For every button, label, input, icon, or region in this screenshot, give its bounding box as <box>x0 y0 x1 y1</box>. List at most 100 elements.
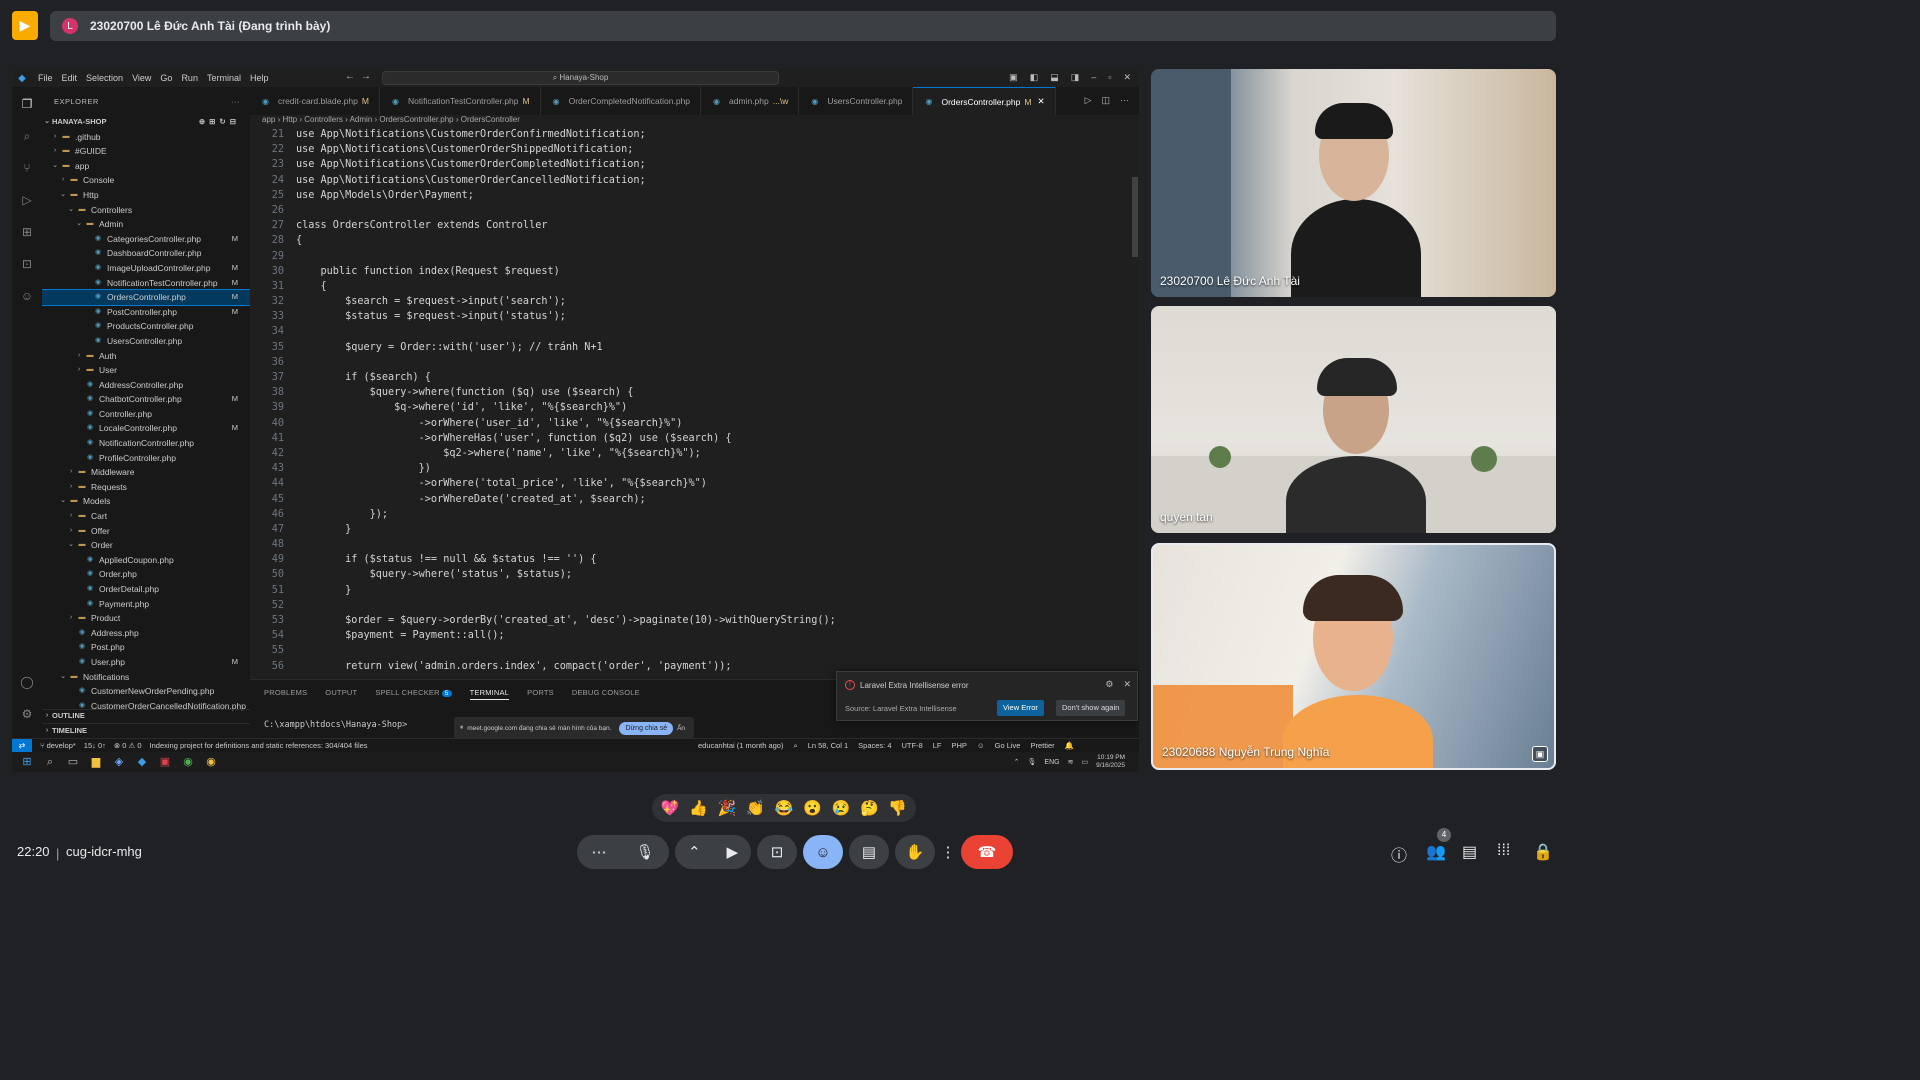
tree-file[interactable]: ◉ NotificationTestController.php M <box>42 276 250 291</box>
tree-folder[interactable]: › ▬ Requests <box>42 480 250 495</box>
gear-icon[interactable]: ⚙ <box>1105 679 1113 690</box>
chrome-alt-icon[interactable]: ◉ <box>203 755 219 769</box>
raise-hand-button[interactable]: ✋ <box>895 835 935 869</box>
copilot-status-icon[interactable]: ☺ <box>977 741 985 751</box>
activities-icon[interactable]: ⁞⁞⁞ <box>1497 842 1510 860</box>
tree-folder[interactable]: › ▬ Product <box>42 611 250 626</box>
tree-file[interactable]: ◉ Controller.php <box>42 407 250 422</box>
camera-icon[interactable]: ▶ <box>726 843 738 861</box>
tree-file[interactable]: ◉ ImageUploadController.php M <box>42 261 250 276</box>
indent-status[interactable]: Spaces: 4 <box>858 741 891 751</box>
menu-item[interactable]: Terminal <box>207 73 241 83</box>
tree-file[interactable]: ◉ User.php M <box>42 655 250 670</box>
wifi-icon[interactable]: ≋ <box>1068 758 1074 766</box>
editor-tab[interactable]: ◉ OrdersController.php M ✕ <box>913 87 1056 115</box>
settings-gear-icon[interactable]: ⚙ <box>19 706 35 722</box>
tree-folder[interactable]: › ▬ Cart <box>42 509 250 524</box>
tree-folder[interactable]: ⌄ ▬ Order <box>42 538 250 553</box>
outline-section[interactable]: › OUTLINE <box>42 708 250 724</box>
audio-options-icon[interactable]: ⋯ <box>591 843 606 861</box>
language-mode[interactable]: PHP <box>952 741 967 751</box>
reaction-emoji[interactable]: 😢 <box>832 799 851 817</box>
language-indicator[interactable]: ENG <box>1044 759 1059 766</box>
tree-folder[interactable]: › ▬ .github <box>42 130 250 145</box>
restore-icon[interactable]: ▫ <box>1108 72 1111 83</box>
reaction-emoji[interactable]: 🎉 <box>718 799 737 817</box>
terminal-prompt[interactable]: C:\xampp\htdocs\Hanaya-Shop> <box>264 720 407 730</box>
tree-folder[interactable]: › ▬ User <box>42 363 250 378</box>
source-control-icon[interactable]: ⑂ <box>19 160 35 176</box>
reaction-emoji[interactable]: 👎 <box>888 799 907 817</box>
sidebar-toggle-icon[interactable]: ◧ <box>1030 72 1039 83</box>
battery-icon[interactable]: ▭ <box>1081 758 1088 766</box>
timeline-section[interactable]: › TIMELINE <box>42 723 250 738</box>
menu-item[interactable]: View <box>132 73 151 83</box>
editor-tab[interactable]: ◉ UsersController.php <box>799 87 914 115</box>
close-tab-icon[interactable]: ✕ <box>1037 96 1044 107</box>
reaction-emoji[interactable]: 🤔 <box>860 799 879 817</box>
tree-file[interactable]: ◉ DashboardController.php <box>42 246 250 261</box>
eol-status[interactable]: LF <box>933 741 942 751</box>
tree-file[interactable]: ◉ Address.php <box>42 626 250 641</box>
copilot-app-icon[interactable]: ◈ <box>111 755 127 769</box>
microphone-icon[interactable]: 🎙 <box>635 843 654 861</box>
menu-item[interactable]: File <box>38 73 53 83</box>
run-debug-icon[interactable]: ▷ <box>19 192 35 208</box>
more-actions-icon[interactable]: ··· <box>231 97 240 106</box>
reaction-emoji[interactable]: 👏 <box>746 799 765 817</box>
menu-item[interactable]: Help <box>250 73 269 83</box>
present-screen-button[interactable]: ⊡ <box>757 835 797 869</box>
leave-call-button[interactable]: ☎ <box>961 835 1013 869</box>
tree-folder[interactable]: ⌄ ▬ app <box>42 159 250 174</box>
task-view-icon[interactable]: ▭ <box>65 755 81 769</box>
pin-icon[interactable]: ▣ <box>1532 746 1548 762</box>
tree-file[interactable]: ◉ Post.php <box>42 640 250 655</box>
reactions-button[interactable]: ☺ <box>803 835 843 869</box>
meeting-info-icon[interactable]: ⓘ <box>1391 842 1407 866</box>
explorer-actions-icon[interactable]: ⊕⊞↻⊟ <box>199 115 240 130</box>
editor-tab[interactable]: ◉ NotificationTestController.php M <box>380 87 541 115</box>
search-icon[interactable]: ⌕ <box>19 128 35 144</box>
split-editor-icon[interactable]: ◫ <box>1101 95 1110 106</box>
branch-status[interactable]: ⑂ develop* <box>40 741 76 750</box>
scroll-thumb[interactable] <box>1132 177 1138 257</box>
microphone-control[interactable]: ⋯ 🎙 <box>577 835 669 869</box>
camera-control[interactable]: ⌃ ▶ <box>675 835 751 869</box>
tray-chevron-icon[interactable]: ⌃ <box>1014 758 1020 766</box>
go-live-button[interactable]: Go Live <box>995 741 1021 751</box>
editor-scrollbar[interactable] <box>1131 127 1139 680</box>
code-editor[interactable]: 21 use App\Notifications\CustomerOrderCon… <box>250 127 1139 680</box>
tree-file[interactable]: ◉ CustomerNewOrderPending.php <box>42 684 250 699</box>
tree-folder[interactable]: › ▬ Auth <box>42 349 250 364</box>
windows-start-icon[interactable]: ⊞ <box>19 755 35 769</box>
breadcrumb[interactable]: app › Http › Controllers › Admin › Order… <box>250 115 1139 127</box>
participant-tile[interactable]: 23020700 Lê Đức Anh Tài <box>1151 69 1556 297</box>
copilot-icon[interactable]: ☺ <box>19 288 35 304</box>
panel-tab[interactable]: PROBLEMS <box>264 688 307 700</box>
more-icon[interactable]: ··· <box>1120 95 1129 106</box>
tree-folder[interactable]: › ▬ Console <box>42 173 250 188</box>
tree-file[interactable]: ◉ OrdersController.php M <box>42 289 250 306</box>
tree-file[interactable]: ◉ PostController.php M <box>42 305 250 320</box>
tree-file[interactable]: ◉ CategoriesController.php M <box>42 232 250 247</box>
editor-tab[interactable]: ◉ admin.php ...\w <box>701 87 800 115</box>
zoom-icon[interactable]: ⌕ <box>793 741 797 751</box>
problems-status[interactable]: ⊗ 0 ⚠ 0 <box>114 741 142 750</box>
reaction-emoji[interactable]: 😂 <box>775 799 794 817</box>
editor-tab[interactable]: ◉ OrderCompletedNotification.php <box>541 87 702 115</box>
encoding-status[interactable]: UTF-8 <box>902 741 923 751</box>
tree-file[interactable]: ◉ ProductsController.php <box>42 319 250 334</box>
close-icon[interactable]: ✕ <box>1123 72 1131 83</box>
cursor-position[interactable]: Ln 58, Col 1 <box>808 741 848 751</box>
taskbar-search-icon[interactable]: ⌕ <box>42 755 58 769</box>
tree-file[interactable]: ◉ ChatbotController.php M <box>42 392 250 407</box>
tree-file[interactable]: ◉ LocaleController.php M <box>42 421 250 436</box>
menu-item[interactable]: Selection <box>86 73 123 83</box>
tree-folder[interactable]: ⌄ ▬ Notifications <box>42 670 250 685</box>
tree-file[interactable]: ◉ AddressController.php <box>42 378 250 393</box>
dont-show-again-button[interactable]: Don't show again <box>1056 700 1126 716</box>
workspace-root[interactable]: ⌄ HANAYA-SHOP ⊕⊞↻⊟ <box>42 115 250 130</box>
notifications-bell-icon[interactable]: 🔔 <box>1065 741 1074 751</box>
participant-tile[interactable]: quyen tan <box>1151 306 1556 533</box>
menu-item[interactable]: Run <box>181 73 198 83</box>
